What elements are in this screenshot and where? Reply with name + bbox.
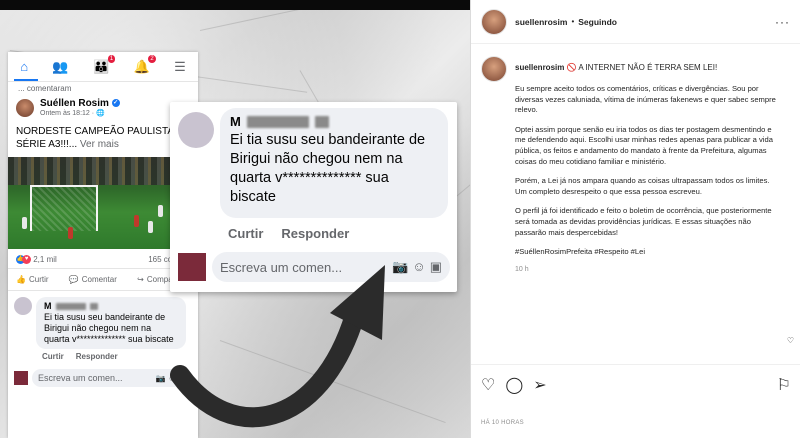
ig-username[interactable]: suellenrosim [515,17,567,27]
zoom-commenter-avatar[interactable] [178,112,214,148]
user-avatar [14,371,28,386]
home-icon[interactable]: ⌂ [20,59,28,74]
caption-avatar[interactable] [481,56,507,82]
like-button[interactable]: 👍 Curtir [16,275,49,284]
caption-hashtags[interactable]: #SuéllenRosimPrefeita #Respeito #Lei [481,247,790,258]
curved-arrow-icon [170,265,385,428]
zoom-redacted-name [246,115,309,128]
zoom-reply-link[interactable]: Responder [281,226,349,241]
zoom-comment-text: Ei tia susu seu bandeirante de Birigui n… [230,132,426,205]
caption-paragraph-1: Eu sempre aceito todos os comentários, c… [515,84,776,115]
caption-heading: suellenrosim 🚫 A INTERNET NÃO É TERRA SE… [515,56,717,82]
post-age: HÁ 10 HORAS [481,420,524,426]
instagram-post-panel: suellenrosim • Seguindo ··· suellenrosim… [470,0,800,438]
ig-action-bar: ♡ ◯ ➢ ⚐ [471,364,800,404]
post-timestamp: Ontem às 18:12 · [40,110,97,117]
redacted-name [55,303,86,311]
collage-image: ⌂ 👥 👪 1 🔔 2 ☰ ... comentaram Suéllen Rosim… [0,10,470,438]
facebook-top-nav: ⌂ 👥 👪 1 🔔 2 ☰ [8,52,198,82]
heart-icon[interactable]: ♡ [481,375,495,395]
redacted-name-2 [89,303,98,311]
commenter-initial[interactable]: M [44,301,52,312]
comment-reply-link[interactable]: Responder [76,352,118,361]
write-comment-row: Escreva um comen... 📷 ☺ ▣ [14,369,192,388]
avatar[interactable] [16,98,34,117]
comment-label: Comentar [81,275,117,285]
zoom-redacted-name-2 [314,115,329,128]
friends-icon[interactable]: 👥 [52,59,68,75]
ig-caption-area: suellenrosim 🚫 A INTERNET NÃO É TERRA SE… [471,44,800,334]
like-label: Curtir [28,275,49,285]
separator-dot: • [571,17,575,26]
write-comment-placeholder: Escreva um comen... [38,373,123,384]
bell-icon[interactable]: 🔔 2 [134,54,156,75]
comment-button[interactable]: 💬 Comentar [69,275,117,284]
see-more-link[interactable]: Ver mais [77,139,119,150]
caption-username[interactable]: suellenrosim [515,63,564,72]
avatar[interactable] [481,8,507,35]
gif-icon[interactable]: ▣ [430,259,442,275]
zoom-comment-bubble: M Ei tia susu seu bandeirante de Birigui… [220,108,448,218]
emoji-icon[interactable]: ☺ [412,259,425,275]
caption-text: 🚫 A INTERNET NÃO É TERRA SEM LEI! [564,63,718,72]
previous-activity-text: ... comentaram [18,84,72,93]
bookmark-icon[interactable]: ⚐ [777,375,791,395]
heart-outline-icon[interactable]: ♡ [787,336,794,345]
love-reaction-icon: ♥ [22,255,31,265]
following-button[interactable]: Seguindo [578,17,617,27]
zoom-commenter-initial[interactable]: M [230,114,241,129]
thumbs-up-icon: 👍 [16,275,26,285]
zoom-like-link[interactable]: Curtir [228,226,263,241]
comment-text: Ei tia susu seu bandeirante de Birigui n… [44,312,174,345]
caption-paragraph-3: Porém, a Lei já nos ampara quando as coi… [515,176,770,196]
author-name[interactable]: Suéllen Rosim [40,98,109,109]
send-icon[interactable]: ➢ [533,375,546,395]
verified-icon: ✓ [111,99,120,108]
ig-post-header: suellenrosim • Seguindo ··· [471,0,800,44]
reaction-count[interactable]: 2,1 mil [33,255,57,264]
caption-time: 10 h [515,265,529,273]
comment-icon: 💬 [68,275,79,285]
zoom-comment-links: Curtir Responder [228,226,349,241]
comment-like-link[interactable]: Curtir [42,352,64,361]
camera-icon[interactable]: 📷 [392,259,408,275]
globe-icon: 🌐 [96,110,105,117]
caption-paragraph-4: O perfil já foi identificado e feito o b… [515,206,772,237]
write-comment-input[interactable]: Escreva um comen... 📷 ☺ ▣ [32,369,192,388]
commenter-avatar[interactable] [14,297,32,316]
more-options-icon[interactable]: ··· [775,15,790,29]
comment-icon[interactable]: ◯ [505,375,523,395]
groups-icon[interactable]: 👪 1 [93,54,116,75]
share-icon: ↪ [137,275,144,285]
menu-icon[interactable]: ☰ [174,59,186,75]
camera-icon[interactable]: 📷 [156,374,166,383]
caption-paragraph-2: Optei assim porque senão eu iria todos o… [515,124,773,166]
comment-bubble: M Ei tia susu seu bandeirante de Birigui… [36,297,186,350]
